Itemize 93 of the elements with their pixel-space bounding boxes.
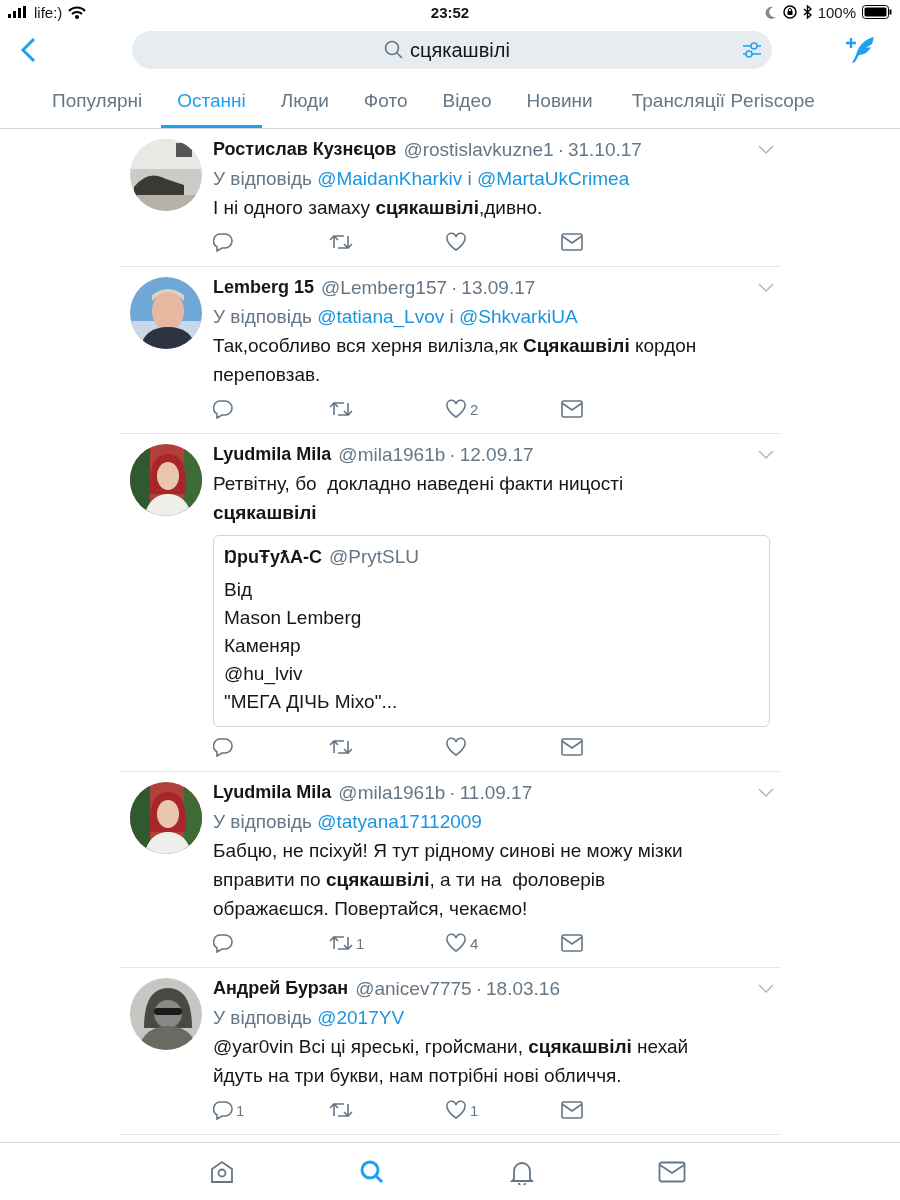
retweet-icon[interactable] (329, 232, 353, 252)
tab[interactable]: Люди (264, 76, 345, 128)
quoted-text-line: Каменяр (224, 634, 302, 658)
home-icon[interactable] (209, 1158, 235, 1185)
mail-icon[interactable] (658, 1160, 686, 1183)
message-icon[interactable] (561, 934, 583, 952)
separator-dot: · (557, 138, 564, 161)
tab[interactable]: Трансляції Periscope (615, 76, 831, 128)
message-icon[interactable] (561, 233, 583, 251)
author-name: Lemberg 15 (213, 277, 315, 298)
battery-icon (862, 5, 892, 19)
search-icon[interactable] (359, 1158, 385, 1185)
reply-icon[interactable] (213, 737, 233, 757)
tweet-text: І ні одного замаху сцякашвілі,дивно. (213, 196, 544, 220)
author-name: Lyudmila Mila (213, 782, 332, 803)
author-name: Lyudmila Mila (213, 444, 332, 465)
like-count: 1 (470, 1101, 479, 1119)
mention-link[interactable]: @MartaUkCrimea (476, 168, 630, 189)
search-bar[interactable]: сцякашвілі (132, 31, 772, 69)
retweet-icon[interactable] (329, 399, 353, 419)
quoted-tweet-card[interactable]: ŊpuŦyƛA-C @PrytSLU Від Mason Lemberg Каменяр @hu_lviv "МЕГА ДІЧЬ Міхо"... (213, 535, 770, 727)
reply-count: 1 (236, 1101, 245, 1119)
retweet-icon[interactable] (329, 737, 353, 757)
separator-dot: · (475, 977, 482, 1000)
separator-dot: · (449, 443, 456, 466)
battery-level: 100% (817, 3, 856, 21)
quoted-author-name: ŊpuŦyƛA-C (224, 546, 322, 568)
like-count: 4 (470, 934, 479, 952)
tweet-date: 11.09.17 (459, 781, 533, 804)
search-field[interactable]: сцякашвілі (410, 38, 520, 62)
like-count: 2 (470, 400, 479, 418)
author-handle: @mila1961b (338, 781, 446, 804)
reply-line: У відповідь @tatiana_Lvov і @ShkvarkiUA (213, 305, 579, 330)
quoted-text-line: "МЕГА ДІЧЬ Міхо"... (224, 690, 399, 714)
reply-line: У відповідь @2017YV (213, 1006, 406, 1030)
tab[interactable]: Фото (347, 76, 424, 128)
tweet-text: Так,особливо вся херня вилізла,як Сцякашвілі кордон переповзав. (213, 334, 698, 387)
heart-icon[interactable] (445, 1100, 467, 1120)
carrier-name: life:) (34, 3, 63, 21)
tweet-date: 12.09.17 (459, 443, 534, 466)
heart-icon[interactable] (445, 933, 467, 953)
mention-link[interactable]: @ShkvarkiUA (459, 306, 578, 327)
wifi-icon (68, 5, 87, 19)
author-name: Андрей Бурзан (213, 978, 349, 999)
tab[interactable]: Останні (161, 76, 262, 128)
quoted-text-line: Від (224, 578, 253, 602)
mention-link[interactable]: @tatiana_Lvov (317, 306, 445, 327)
tweet-date: 13.09.17 (461, 276, 536, 299)
reply-icon[interactable] (213, 399, 233, 419)
separator-dot: · (451, 276, 458, 299)
reply-icon[interactable] (213, 933, 233, 953)
filter-icon[interactable] (742, 41, 762, 59)
tweet-text: Бабцю, не псіхуй! Я тут рідному синові не можу мізки вправити по сцякашвілі, а ти на фоловерів ображаєшся. Повертайся, чекаємо! (213, 839, 684, 921)
tweet-text: @yar0vin Всі ці яреські, гройсмани, сцякашвілі нехай йдуть на три букви, нам потрібні нові обличчя. (213, 1035, 690, 1088)
reply-line: У відповідь @MaidanKharkiv і @MartaUkCrimea (213, 167, 631, 191)
message-icon[interactable] (561, 738, 583, 756)
moon-icon (764, 5, 777, 19)
author-name: Ростислав Кузнєцов (213, 139, 397, 160)
tab[interactable]: Відео (426, 76, 508, 128)
tweet-text: Ретвітну, бо докладно наведені факти ницості сцякашвілі (213, 472, 625, 525)
author-handle: @anicev7775 (355, 977, 472, 1000)
author-handle: @Lemberg157 (321, 276, 448, 299)
rotation-lock-icon (782, 5, 797, 19)
back-icon[interactable] (18, 37, 38, 63)
tweet-date: 18.03.16 (486, 977, 560, 1000)
heart-icon[interactable] (445, 232, 467, 252)
reply-icon[interactable] (213, 1100, 233, 1120)
heart-icon[interactable] (445, 737, 467, 757)
author-handle: @rostislavkuzne1 (403, 138, 554, 161)
quoted-text-line: Mason Lemberg (224, 606, 363, 630)
mention-link[interactable]: @2017YV (317, 1007, 405, 1028)
bluetooth-icon (802, 5, 812, 19)
reply-line: У відповідь @tatyana17112009 (213, 810, 483, 834)
author-handle: @mila1961b (338, 443, 446, 466)
message-icon[interactable] (561, 1101, 583, 1119)
retweet-count: 1 (356, 934, 365, 952)
tab[interactable]: Популярні (36, 76, 159, 128)
quoted-text-line: @hu_lviv (224, 662, 304, 687)
message-icon[interactable] (561, 400, 583, 418)
signal-icon (8, 6, 28, 18)
status-time: 23:52 (430, 3, 470, 21)
retweet-icon[interactable] (329, 933, 353, 953)
tab[interactable]: Новини (510, 76, 609, 128)
quoted-author-handle: @PrytSLU (329, 546, 420, 568)
mention-link[interactable]: @tatyana17112009 (317, 811, 482, 832)
separator-dot: · (449, 781, 456, 804)
mention-link[interactable]: @MaidanKharkiv (317, 168, 463, 189)
tweet-date: 31.10.17 (567, 138, 642, 161)
retweet-icon[interactable] (329, 1100, 353, 1120)
reply-icon[interactable] (213, 232, 233, 252)
search-icon (384, 40, 404, 60)
compose-icon[interactable] (844, 35, 876, 65)
heart-icon[interactable] (445, 399, 467, 419)
